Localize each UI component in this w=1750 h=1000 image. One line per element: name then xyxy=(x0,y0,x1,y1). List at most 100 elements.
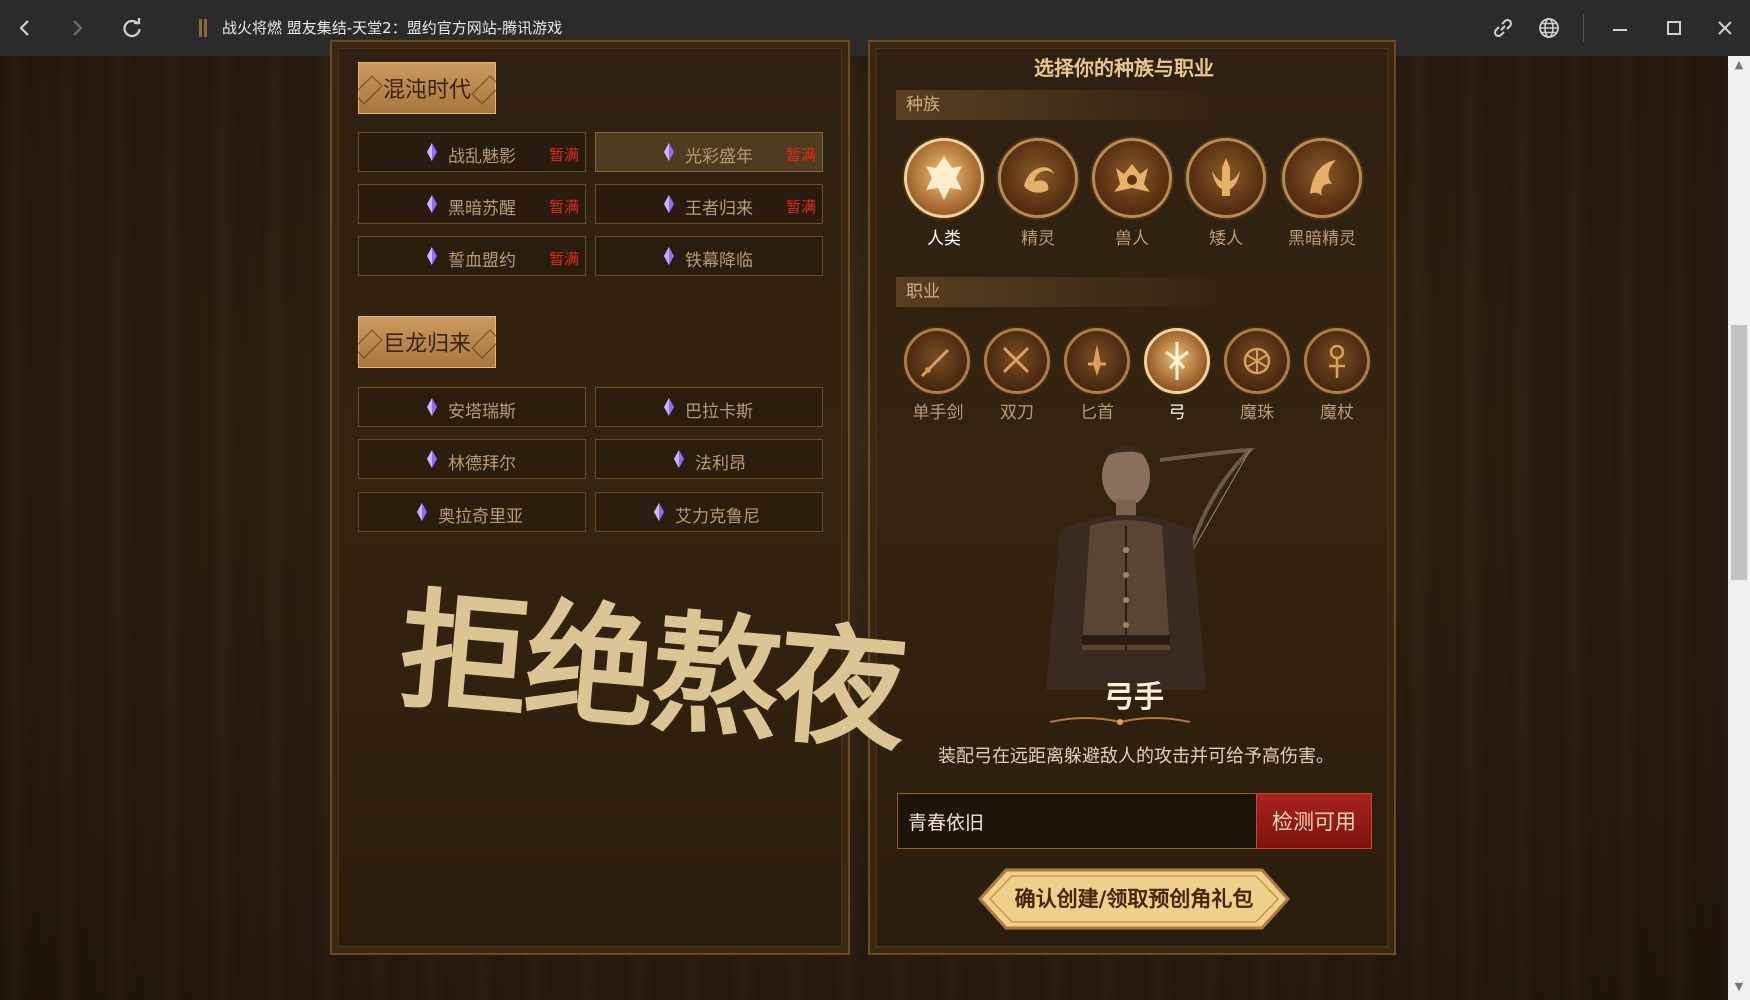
server-button[interactable]: 铁幕降临 xyxy=(595,236,823,276)
race-human-button[interactable] xyxy=(904,138,984,218)
globe-icon[interactable] xyxy=(1531,10,1567,46)
race-orc-button[interactable] xyxy=(1092,138,1172,218)
gem-icon xyxy=(664,195,674,213)
elf-emblem-icon xyxy=(1024,167,1054,193)
staff-icon xyxy=(1329,344,1345,378)
gem-icon xyxy=(427,195,437,213)
site-favicon-icon xyxy=(199,19,207,37)
server-name: 铁幕降临 xyxy=(685,251,753,271)
class-sword-button[interactable] xyxy=(904,328,970,394)
ornament-divider-icon xyxy=(1050,717,1190,725)
human-emblem-icon xyxy=(926,156,962,200)
class-dagger-button[interactable] xyxy=(1064,328,1130,394)
server-button[interactable]: 黑暗苏醒 暂满 xyxy=(358,184,586,224)
reload-icon[interactable] xyxy=(114,10,150,46)
gem-icon xyxy=(664,143,674,161)
class-label: 匕首 xyxy=(1080,403,1114,423)
gem-icon xyxy=(654,503,664,521)
class-label: 单手剑 xyxy=(912,403,964,423)
server-name: 光彩盛年 xyxy=(685,147,753,167)
server-status-full: 暂满 xyxy=(785,198,816,216)
server-status-full: 暂满 xyxy=(548,198,579,216)
orb-icon xyxy=(1243,347,1271,375)
dwarf-emblem-icon xyxy=(1212,158,1240,196)
race-label: 精灵 xyxy=(1021,229,1055,249)
character-name-input[interactable] xyxy=(897,793,1257,849)
class-label: 双刀 xyxy=(1000,403,1034,423)
character-class-name: 弓手 xyxy=(1104,680,1164,715)
server-name: 林德拜尔 xyxy=(448,454,516,474)
class-dual-blades-button[interactable] xyxy=(984,328,1050,394)
page-background xyxy=(0,56,1728,1000)
era-header-chaos[interactable]: 混沌时代 xyxy=(358,62,496,114)
race-label: 兽人 xyxy=(1115,229,1149,249)
link-icon[interactable] xyxy=(1485,10,1521,46)
orc-emblem-icon xyxy=(1114,164,1150,192)
race-dark-elf-button[interactable] xyxy=(1282,138,1362,218)
scroll-down-arrow-icon[interactable]: ▼ xyxy=(1728,980,1750,998)
confirm-button-label: 确认创建/领取预创角礼包 xyxy=(1014,886,1254,911)
era-header-dragon-return[interactable]: 巨龙归来 xyxy=(358,316,496,368)
server-status-full: 暂满 xyxy=(548,146,579,164)
server-name: 誓血盟约 xyxy=(448,251,516,271)
race-elf-button[interactable] xyxy=(998,138,1078,218)
gem-icon xyxy=(674,450,684,468)
server-name: 战乱魅影 xyxy=(448,147,516,167)
gem-icon xyxy=(427,398,437,416)
page-title: 战火将燃 盟友集结-天堂2：盟约官方网站-腾讯游戏 xyxy=(222,19,563,37)
confirm-create-button[interactable]: 确认创建/领取预创角礼包 xyxy=(976,866,1292,932)
server-status-full: 暂满 xyxy=(548,250,579,268)
character-portrait xyxy=(1046,445,1255,690)
maximize-icon[interactable] xyxy=(1656,10,1692,46)
sword-icon xyxy=(920,348,950,378)
class-label: 魔杖 xyxy=(1320,403,1354,423)
server-button[interactable]: 战乱魅影 暂满 xyxy=(358,132,586,172)
class-staff-button[interactable] xyxy=(1304,328,1370,394)
server-name: 王者归来 xyxy=(685,199,753,219)
server-name: 黑暗苏醒 xyxy=(448,199,516,219)
forward-arrow-icon[interactable] xyxy=(59,10,95,46)
server-name: 法利昂 xyxy=(695,454,746,474)
class-section-header: 职业 xyxy=(896,277,1226,307)
server-button[interactable]: 安塔瑞斯 xyxy=(358,387,586,427)
gem-icon xyxy=(427,247,437,265)
server-button[interactable]: 誓血盟约 暂满 xyxy=(358,236,586,276)
server-button[interactable]: 奥拉奇里亚 xyxy=(358,492,586,532)
class-label: 魔珠 xyxy=(1240,403,1274,423)
class-bow-button[interactable] xyxy=(1144,328,1210,394)
dagger-icon xyxy=(1088,344,1106,376)
race-label: 矮人 xyxy=(1209,229,1243,249)
gem-icon xyxy=(427,450,437,468)
check-availability-button[interactable]: 检测可用 xyxy=(1256,793,1372,849)
character-description: 装配弓在远距离躲避敌人的攻击并可给予高伤害。 xyxy=(938,746,1334,767)
dual-blades-icon xyxy=(1002,346,1030,374)
minimize-icon[interactable] xyxy=(1602,10,1638,46)
race-label: 黑暗精灵 xyxy=(1288,229,1356,249)
back-arrow-icon[interactable] xyxy=(7,10,43,46)
scroll-up-arrow-icon[interactable]: ▲ xyxy=(1728,58,1750,76)
panel-title: 选择你的种族与职业 xyxy=(1034,56,1214,80)
close-icon[interactable] xyxy=(1707,10,1743,46)
scrollbar-thumb[interactable] xyxy=(1731,325,1747,580)
gem-icon xyxy=(664,398,674,416)
server-button[interactable]: 艾力克鲁尼 xyxy=(595,492,823,532)
server-name: 奥拉奇里亚 xyxy=(438,507,523,527)
race-section-header: 种族 xyxy=(896,90,1226,120)
server-name: 巴拉卡斯 xyxy=(685,402,753,422)
class-orb-button[interactable] xyxy=(1224,328,1290,394)
gem-icon xyxy=(427,143,437,161)
race-label: 人类 xyxy=(927,229,961,249)
class-label: 弓 xyxy=(1168,403,1186,423)
server-name: 艾力克鲁尼 xyxy=(675,507,760,527)
server-button[interactable]: 巴拉卡斯 xyxy=(595,387,823,427)
server-button[interactable]: 王者归来 暂满 xyxy=(595,184,823,224)
server-button[interactable]: 法利昂 xyxy=(595,439,823,479)
gem-icon xyxy=(417,503,427,521)
server-name: 安塔瑞斯 xyxy=(448,402,516,422)
server-status-full: 暂满 xyxy=(785,146,816,164)
server-button[interactable]: 林德拜尔 xyxy=(358,439,586,479)
server-button-selected[interactable]: 光彩盛年 暂满 xyxy=(595,132,823,172)
dark-elf-emblem-icon xyxy=(1310,160,1336,196)
race-dwarf-button[interactable] xyxy=(1186,138,1266,218)
titlebar-divider xyxy=(1583,14,1584,42)
